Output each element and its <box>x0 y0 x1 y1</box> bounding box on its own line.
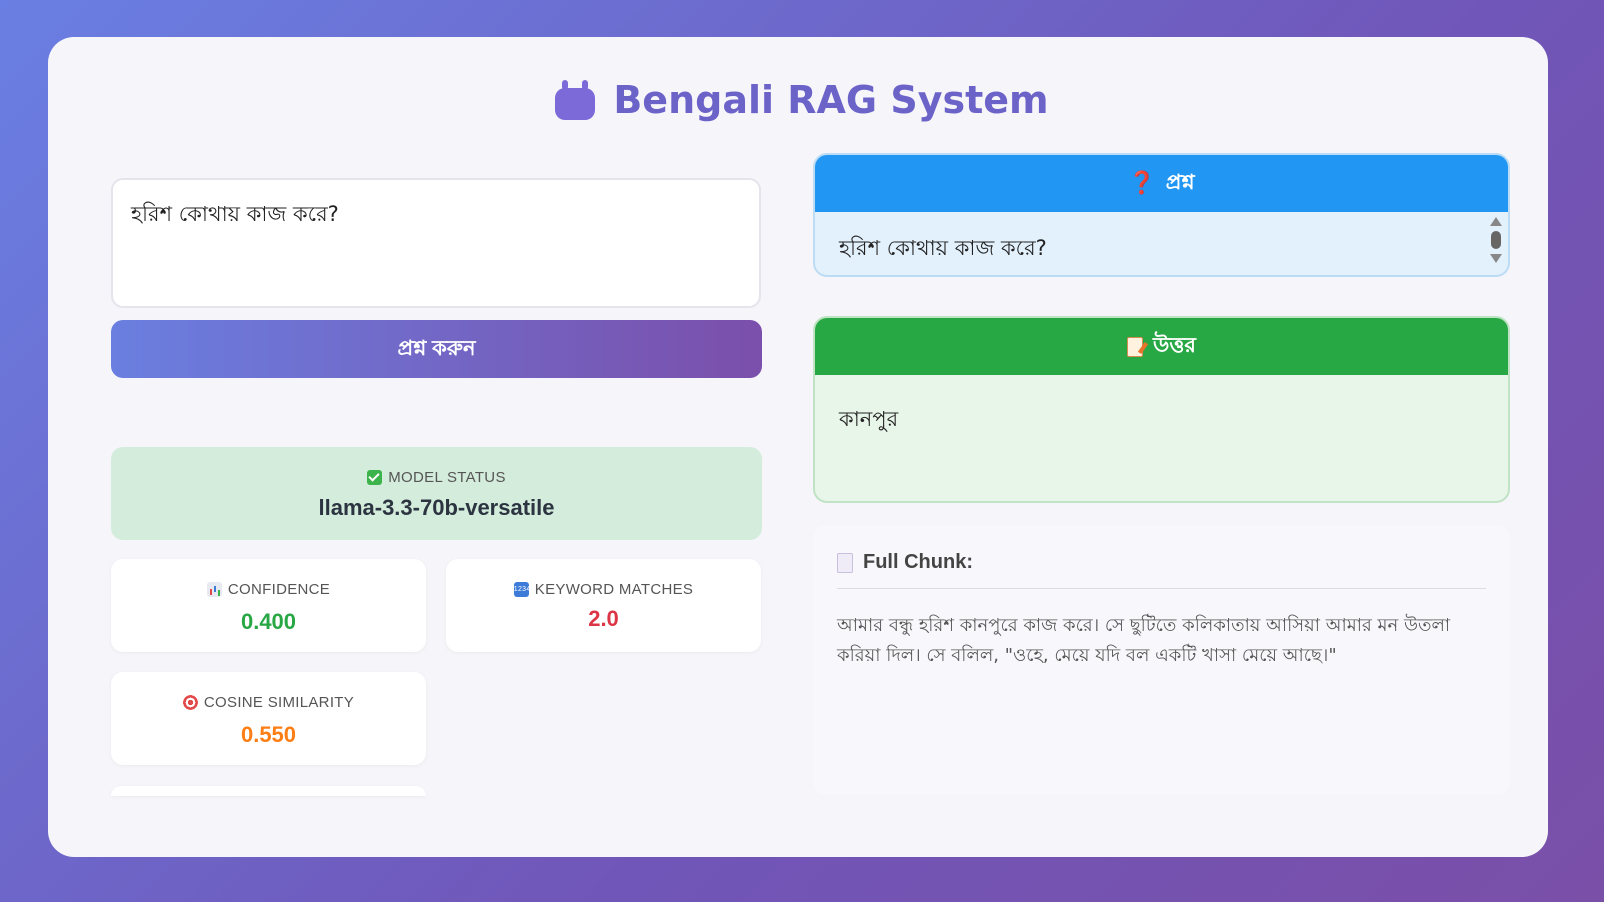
robot-icon <box>555 80 596 120</box>
scroll-thumb[interactable] <box>1491 231 1501 249</box>
cosine-similarity-value: 0.550 <box>240 722 297 747</box>
page-title: Bengali RAG System <box>0 78 1604 122</box>
check-icon <box>367 470 383 485</box>
model-status-card: MODEL STATUS llama-3.3-70b-versatile <box>111 447 762 540</box>
confidence-card: CONFIDENCE 0.400 <box>111 559 426 652</box>
keyword-matches-label: KEYWORD MATCHES <box>534 581 694 598</box>
question-panel-text: হরিশ কোথায় কাজ করে? <box>839 236 1047 260</box>
cosine-similarity-label: COSINE SIMILARITY <box>203 694 355 711</box>
model-status-label: MODEL STATUS <box>388 469 506 486</box>
question-mark-icon: ❓ <box>1128 171 1156 196</box>
document-icon <box>837 552 853 573</box>
question-panel-title: প্রশ্ন <box>1165 170 1195 194</box>
keyword-matches-value: 2.0 <box>588 606 619 631</box>
answer-panel-text: কানপুর <box>839 407 899 431</box>
target-icon <box>182 695 198 710</box>
app-title: Bengali RAG System <box>613 78 1049 122</box>
confidence-value: 0.400 <box>240 609 297 634</box>
answer-panel-title: উত্তর <box>1153 333 1196 357</box>
ask-button[interactable]: প্রশ্ন করুন <box>111 320 762 378</box>
memo-icon <box>1127 336 1144 357</box>
model-status-value: llama-3.3-70b-versatile <box>318 495 555 520</box>
bar-chart-icon <box>206 582 222 597</box>
confidence-label: CONFIDENCE <box>227 581 331 598</box>
full-chunk-section: Full Chunk: আমার বন্ধু হরিশ কানপুরে কাজ … <box>813 525 1510 795</box>
answer-panel: উত্তর কানপুর <box>813 316 1510 503</box>
numbers-icon: 1234 <box>513 582 530 597</box>
scroll-down-icon[interactable] <box>1490 254 1502 263</box>
cosine-similarity-card: COSINE SIMILARITY 0.550 <box>111 672 426 765</box>
full-chunk-text: আমার বন্ধু হরিশ কানপুরে কাজ করে। সে ছুটি… <box>837 615 1451 666</box>
question-panel: ❓ প্রশ্ন হরিশ কোথায় কাজ করে? <box>813 153 1510 277</box>
answer-panel-header: উত্তর <box>815 318 1508 375</box>
partial-card <box>111 786 426 796</box>
question-panel-scrollbar[interactable] <box>1490 217 1502 275</box>
question-panel-header: ❓ প্রশ্ন <box>815 155 1508 212</box>
scroll-up-icon[interactable] <box>1490 217 1502 226</box>
question-input[interactable]: হরিশ কোথায় কাজ করে? <box>111 178 761 308</box>
keyword-matches-card: 1234 KEYWORD MATCHES 2.0 <box>446 559 761 652</box>
full-chunk-title: Full Chunk: <box>863 551 973 573</box>
